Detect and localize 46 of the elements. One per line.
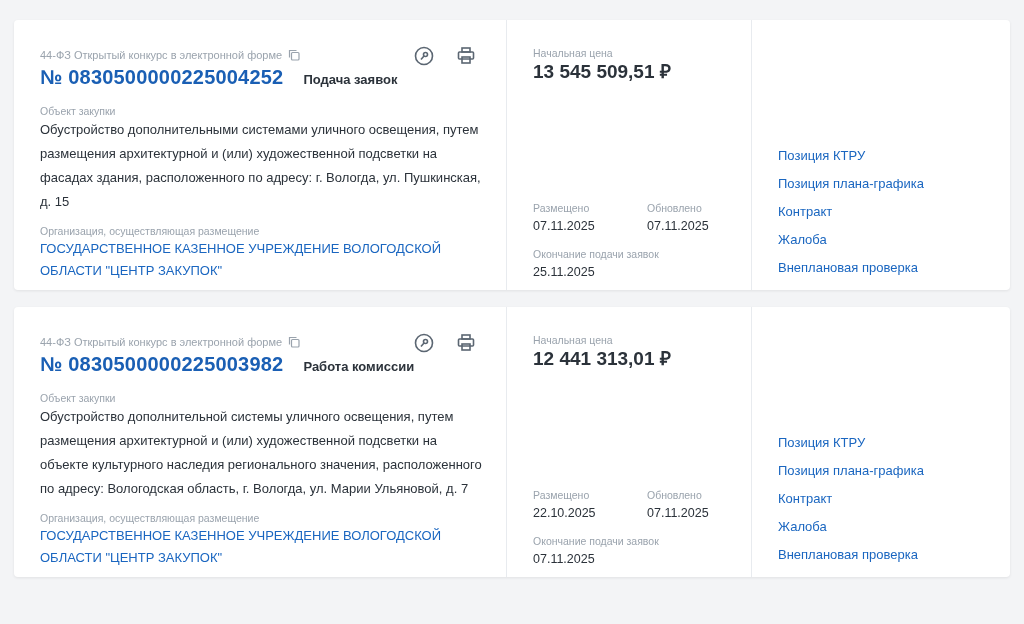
updated-date: 07.11.2025 — [647, 505, 709, 522]
field-label: Начальная цена — [533, 333, 614, 347]
related-link[interactable]: Жалоба — [778, 513, 984, 541]
deadline-date: 25.11.2025 — [533, 264, 596, 281]
field-label: Объект закупки — [40, 391, 117, 405]
tender-number-link[interactable]: № 0830500000225003982 — [40, 349, 284, 379]
field-label: Начальная цена — [533, 46, 614, 60]
key-icon[interactable] — [414, 333, 434, 353]
organization-link[interactable]: ГОСУДАРСТВЕННОЕ КАЗЕННОЕ УЧРЕЖДЕНИЕ ВОЛОГОДСКОЙ ОБЛАСТИ "ЦЕНТР ЗАКУПОК" — [40, 238, 482, 282]
procurement-description: Обустройство дополнительными системами уличного освещения, путем размещения архитектурной и (или) художественной подсветки на фасадах здания, расположенного по адресу: г. Вологда, ул. Пушкинская, д. 15 — [40, 121, 482, 211]
printer-icon[interactable] — [456, 333, 476, 353]
field-label: Организация, осуществляющая размещение — [40, 511, 261, 525]
related-link[interactable]: Контракт — [778, 485, 984, 513]
related-link[interactable]: Позиция КТРУ — [778, 142, 984, 170]
field-label: Объект закупки — [40, 104, 117, 118]
field-label: Организация, осуществляющая размещение — [40, 224, 261, 238]
related-link[interactable]: Позиция плана-графика — [778, 457, 984, 485]
tender-status: Работа комиссии — [303, 358, 415, 376]
deadline-date: 07.11.2025 — [533, 551, 596, 568]
printer-icon[interactable] — [456, 46, 476, 66]
field-label: Обновлено — [647, 201, 703, 216]
field-label: Окончание подачи заявок — [533, 534, 660, 549]
related-link[interactable]: Позиция КТРУ — [778, 429, 984, 457]
copy-icon[interactable] — [288, 49, 301, 62]
key-icon[interactable] — [414, 46, 434, 66]
tender-status: Подача заявок — [303, 71, 398, 89]
procurement-type: 44-ФЗ Открытый конкурс в электронной форме — [40, 48, 283, 63]
related-link[interactable]: Внеплановая проверка — [778, 254, 984, 282]
related-link[interactable]: Позиция плана-графика — [778, 170, 984, 198]
tender-number-link[interactable]: № 0830500000225004252 — [40, 62, 284, 92]
procurement-type: 44-ФЗ Открытый конкурс в электронной форме — [40, 335, 283, 350]
posted-date: 22.10.2025 — [533, 505, 597, 522]
initial-price: 12 441 313,01 ₽ — [533, 347, 672, 371]
copy-icon[interactable] — [288, 336, 301, 349]
updated-date: 07.11.2025 — [647, 218, 709, 235]
posted-date: 07.11.2025 — [533, 218, 596, 235]
organization-link[interactable]: ГОСУДАРСТВЕННОЕ КАЗЕННОЕ УЧРЕЖДЕНИЕ ВОЛОГОДСКОЙ ОБЛАСТИ "ЦЕНТР ЗАКУПОК" — [40, 525, 482, 569]
related-link[interactable]: Контракт — [778, 198, 984, 226]
field-label: Размещено — [533, 201, 591, 216]
field-label: Обновлено — [647, 488, 703, 503]
related-link[interactable]: Жалоба — [778, 226, 984, 254]
field-label: Окончание подачи заявок — [533, 247, 660, 262]
related-link[interactable]: Внеплановая проверка — [778, 541, 984, 569]
field-label: Размещено — [533, 488, 591, 503]
procurement-description: Обустройство дополнительной системы уличного освещения, путем размещения архитектурной и (или) художественной подсветки на объекте культурного наследия регионального значения, расположенного по адресу: Вологодская область, г. Вологда, ул. Марии Ульяновой, д. 7 — [40, 408, 482, 498]
initial-price: 13 545 509,51 ₽ — [533, 60, 672, 84]
